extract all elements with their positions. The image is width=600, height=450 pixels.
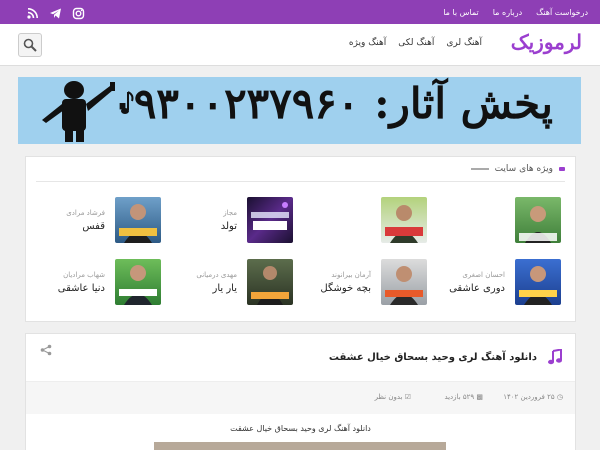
post-meta: ◷ ۲۵ فروردین ۱۴۰۲ ▩ ۵۲۹ بازدید ☑ بدون نظ… [26, 382, 575, 414]
post-comments[interactable]: ☑ بدون نظر [375, 393, 411, 401]
featured-item[interactable]: مجاز تولد [168, 197, 293, 245]
title-bullet [559, 167, 565, 171]
cover-thumbnail[interactable] [115, 259, 161, 305]
post-title[interactable]: دانلود آهنگ لری وحید بسحاق خیال عشقت [329, 352, 537, 363]
social-links [26, 5, 85, 20]
song-title[interactable]: تولد [221, 221, 237, 232]
featured-item[interactable]: شهاب مرادیان دنیا عاشقی [36, 259, 161, 307]
rss-icon[interactable] [26, 5, 39, 19]
cover-thumbnail[interactable] [381, 197, 427, 243]
post-views: ▩ ۵۲۹ بازدید [444, 393, 483, 401]
post-cover-image [154, 442, 446, 450]
cover-thumbnail[interactable] [115, 197, 161, 243]
featured-item[interactable]: احسان اصغری دوری عاشقی [436, 259, 561, 307]
featured-item[interactable]: مهدی درمیانی یار یار [168, 259, 293, 307]
artist-name: مجاز [223, 209, 237, 217]
song-title[interactable]: دوری عاشقی [449, 283, 505, 294]
artist-name: شهاب مرادیان [63, 271, 105, 279]
post-date: ◷ ۲۵ فروردین ۱۴۰۲ [503, 393, 563, 401]
featured-section: ویژه های سایت مجاز تولد فرشاد مرادی قفس [25, 156, 576, 322]
banner-text: پخش آثار: ۰۹۳۰۰۲۳۷۹۶۰ [111, 79, 553, 128]
divider [36, 181, 565, 182]
top-links: درخواست آهنگ درباره ما تماس با ما [443, 0, 588, 24]
request-song-link[interactable]: درخواست آهنگ [536, 8, 588, 17]
share-icon[interactable] [40, 344, 52, 356]
search-button[interactable] [18, 33, 42, 57]
cover-thumbnail[interactable] [515, 197, 561, 243]
featured-item[interactable]: آرمان بیرانوند بچه خوشگل [302, 259, 427, 307]
nav-item-lori[interactable]: آهنگ لری [446, 38, 482, 48]
song-title[interactable]: دنیا عاشقی [58, 283, 105, 294]
ad-banner[interactable]: پخش آثار: ۰۹۳۰۰۲۳۷۹۶۰ [18, 77, 581, 144]
site-header: لرموزیک آهنگ لری آهنگ لکی آهنگ ویژه [0, 24, 600, 66]
contact-link[interactable]: تماس با ما [443, 8, 479, 17]
search-icon [23, 38, 37, 52]
telegram-icon[interactable] [49, 5, 62, 19]
featured-title-text: ویژه های سایت [494, 164, 553, 174]
cover-thumbnail[interactable] [381, 259, 427, 305]
cover-thumbnail[interactable] [247, 259, 293, 305]
music-note-icon [548, 349, 562, 365]
about-link[interactable]: درباره ما [493, 8, 522, 17]
featured-title: ویژه های سایت [470, 164, 565, 174]
nav-item-laki[interactable]: آهنگ لکی [398, 38, 434, 48]
cover-thumbnail[interactable] [515, 259, 561, 305]
post-date-text: ۲۵ فروردین ۱۴۰۲ [503, 393, 555, 401]
nav-item-special[interactable]: آهنگ ویژه [349, 38, 386, 48]
featured-item[interactable] [436, 197, 561, 245]
artist-name: فرشاد مرادی [66, 209, 105, 217]
featured-item[interactable] [302, 197, 427, 245]
artist-name: مهدی درمیانی [196, 271, 237, 279]
post-views-text: ۵۲۹ بازدید [444, 393, 475, 401]
artist-name: احسان اصغری [462, 271, 505, 279]
song-title[interactable]: یار یار [213, 283, 238, 294]
top-bar: درخواست آهنگ درباره ما تماس با ما [0, 0, 600, 24]
site-logo[interactable]: لرموزیک [511, 30, 582, 54]
post-comments-text: بدون نظر [374, 393, 403, 401]
instagram-icon[interactable] [72, 5, 85, 20]
main-nav: آهنگ لری آهنگ لکی آهنگ ویژه [349, 38, 482, 48]
post-header: دانلود آهنگ لری وحید بسحاق خیال عشقت [26, 334, 575, 382]
cover-thumbnail[interactable] [247, 197, 293, 243]
song-title[interactable]: بچه خوشگل [320, 283, 371, 294]
song-title[interactable]: قفس [82, 221, 105, 232]
post-subtitle: دانلود آهنگ لری وحید بسحاق خیال عشقت [230, 424, 371, 433]
post-card: دانلود آهنگ لری وحید بسحاق خیال عشقت ◷ ۲… [25, 333, 576, 450]
title-dash [470, 168, 489, 170]
featured-item[interactable]: فرشاد مرادی قفس [36, 197, 161, 245]
artist-name: آرمان بیرانوند [331, 271, 371, 279]
